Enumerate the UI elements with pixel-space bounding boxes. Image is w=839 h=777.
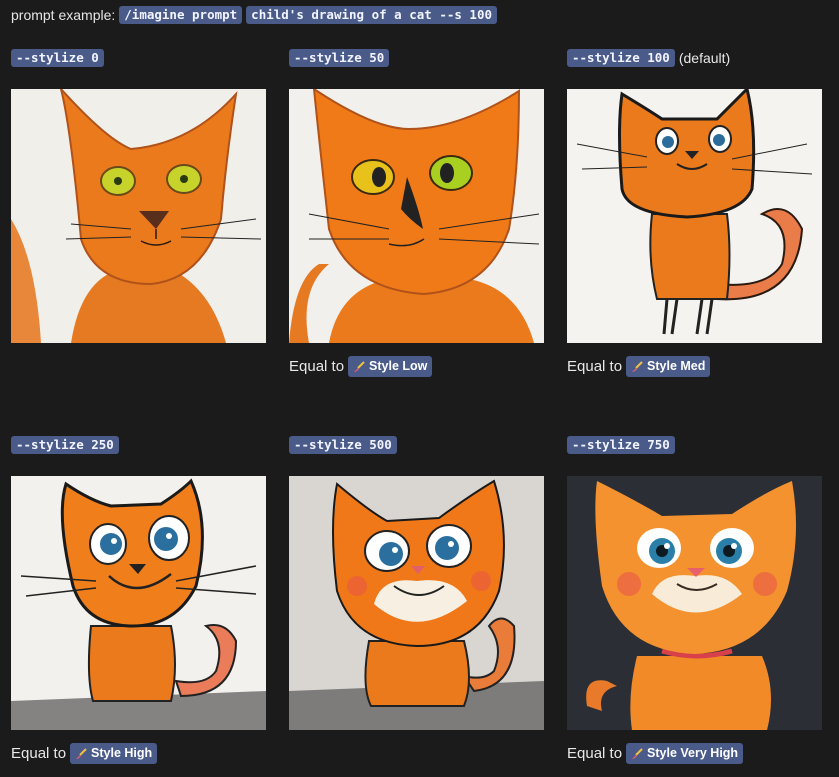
style-med-badge[interactable]: Style Med bbox=[626, 356, 711, 377]
style-very-high-label: Style Very High bbox=[647, 746, 739, 760]
equal-to-text: Equal to bbox=[567, 358, 623, 375]
style-very-high-equal: Equal to Style Very High bbox=[567, 743, 744, 764]
cat-image-stylize-750 bbox=[567, 476, 822, 730]
imagine-command-code: /imagine prompt bbox=[119, 6, 243, 24]
cat-image-stylize-0 bbox=[11, 89, 266, 343]
style-high-badge[interactable]: Style High bbox=[70, 743, 158, 764]
paintbrush-icon bbox=[354, 360, 365, 372]
stylize-100-code: --stylize 100 bbox=[567, 49, 675, 67]
style-low-badge[interactable]: Style Low bbox=[348, 356, 433, 377]
default-suffix: (default) bbox=[678, 50, 731, 66]
style-very-high-badge[interactable]: Style Very High bbox=[626, 743, 744, 764]
stylize-0-label-row: --stylize 0 bbox=[11, 49, 104, 67]
prompt-example-label: prompt example: bbox=[11, 7, 116, 23]
prompt-example-row: prompt example: /imagine prompt child's … bbox=[11, 6, 497, 24]
equal-to-text: Equal to bbox=[567, 745, 623, 762]
stylize-100-label-row: --stylize 100 (default) bbox=[567, 49, 730, 67]
cat-image-stylize-50 bbox=[289, 89, 544, 343]
paintbrush-icon bbox=[632, 360, 643, 372]
prompt-text-code: child's drawing of a cat --s 100 bbox=[246, 6, 497, 24]
stylize-500-code: --stylize 500 bbox=[289, 436, 397, 454]
style-low-label: Style Low bbox=[369, 359, 428, 373]
cat-image-stylize-100 bbox=[567, 89, 822, 343]
stylize-750-code: --stylize 750 bbox=[567, 436, 675, 454]
stylize-750-label-row: --stylize 750 bbox=[567, 436, 675, 454]
stylize-500-label-row: --stylize 500 bbox=[289, 436, 397, 454]
stylize-250-label-row: --stylize 250 bbox=[11, 436, 119, 454]
style-med-equal: Equal to Style Med bbox=[567, 356, 711, 377]
style-high-equal: Equal to Style High bbox=[11, 743, 158, 764]
style-low-equal: Equal to Style Low bbox=[289, 356, 433, 377]
stylize-0-code: --stylize 0 bbox=[11, 49, 104, 67]
equal-to-text: Equal to bbox=[289, 358, 345, 375]
paintbrush-icon bbox=[76, 747, 87, 759]
stylize-250-code: --stylize 250 bbox=[11, 436, 119, 454]
cat-image-stylize-250 bbox=[11, 476, 266, 730]
cat-image-stylize-500 bbox=[289, 476, 544, 730]
paintbrush-icon bbox=[632, 747, 643, 759]
stylize-50-code: --stylize 50 bbox=[289, 49, 390, 67]
style-med-label: Style Med bbox=[647, 359, 706, 373]
stylize-50-label-row: --stylize 50 bbox=[289, 49, 390, 67]
style-high-label: Style High bbox=[91, 746, 153, 760]
equal-to-text: Equal to bbox=[11, 745, 67, 762]
